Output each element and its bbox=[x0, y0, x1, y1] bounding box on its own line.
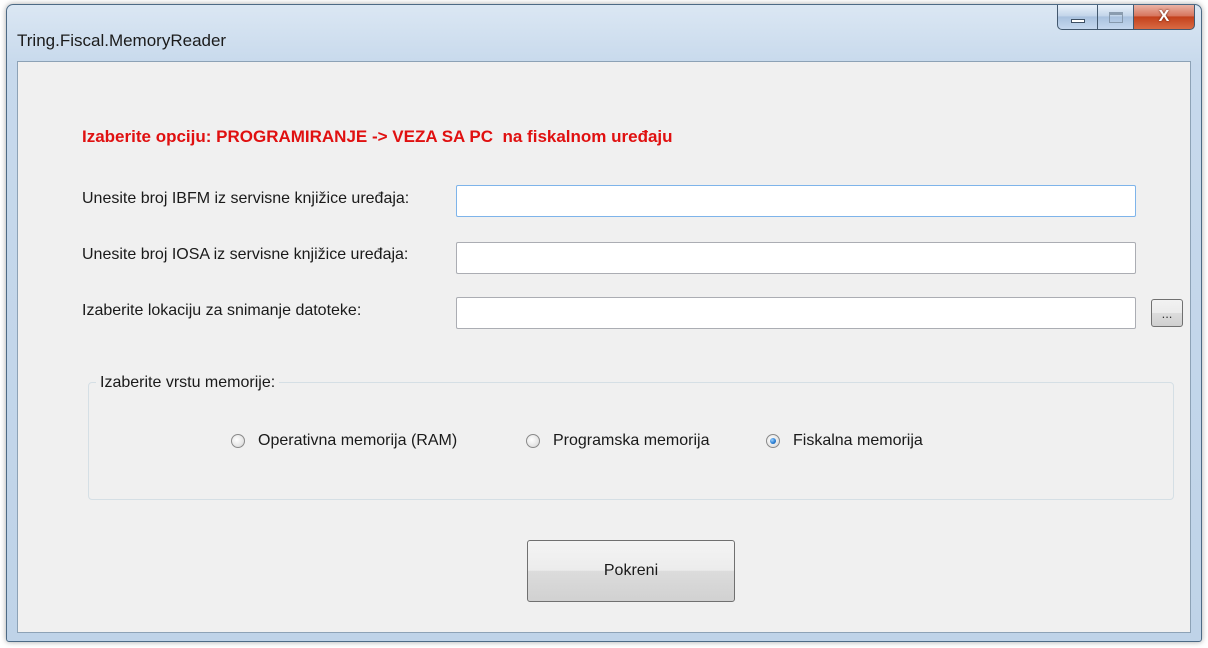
maximize-button[interactable] bbox=[1097, 5, 1133, 30]
minimize-button[interactable] bbox=[1057, 5, 1097, 30]
radio-program-label: Programska memorija bbox=[553, 432, 710, 449]
iosa-input[interactable] bbox=[456, 242, 1136, 274]
radio-fiscal[interactable]: Fiskalna memorija bbox=[766, 432, 923, 450]
run-button[interactable]: Pokreni bbox=[527, 540, 735, 602]
instruction-text: Izaberite opciju: PROGRAMIRANJE -> VEZA … bbox=[82, 127, 673, 146]
minimize-icon bbox=[1070, 19, 1085, 23]
app-window: Tring.Fiscal.MemoryReader X Izaberite op… bbox=[6, 4, 1202, 642]
radio-fiscal-label: Fiskalna memorija bbox=[793, 432, 923, 449]
radio-fiscal-button[interactable] bbox=[766, 434, 780, 448]
radio-program[interactable]: Programska memorija bbox=[526, 432, 709, 450]
location-input[interactable] bbox=[456, 297, 1136, 329]
radio-ram-label: Operativna memorija (RAM) bbox=[258, 432, 458, 449]
iosa-label: Unesite broj IOSA iz servisne knjižice u… bbox=[82, 246, 409, 263]
memory-type-legend: Izaberite vrstu memorije: bbox=[96, 374, 280, 392]
window-title: Tring.Fiscal.MemoryReader bbox=[17, 31, 227, 50]
radio-program-button[interactable] bbox=[526, 434, 540, 448]
ibfm-label: Unesite broj IBFM iz servisne knjižice u… bbox=[82, 190, 410, 207]
browse-button[interactable]: ... bbox=[1151, 299, 1183, 327]
close-icon: X bbox=[1158, 8, 1170, 25]
caption-buttons: X bbox=[1057, 5, 1195, 31]
location-label: Izaberite lokaciju za snimanje datoteke: bbox=[82, 302, 362, 319]
client-area: Izaberite opciju: PROGRAMIRANJE -> VEZA … bbox=[17, 61, 1191, 633]
maximize-icon bbox=[1108, 11, 1123, 23]
close-button[interactable]: X bbox=[1133, 5, 1195, 30]
radio-ram[interactable]: Operativna memorija (RAM) bbox=[231, 432, 457, 450]
ibfm-input[interactable] bbox=[456, 185, 1136, 217]
title-bar[interactable]: Tring.Fiscal.MemoryReader X bbox=[7, 5, 1201, 61]
radio-ram-button[interactable] bbox=[231, 434, 245, 448]
